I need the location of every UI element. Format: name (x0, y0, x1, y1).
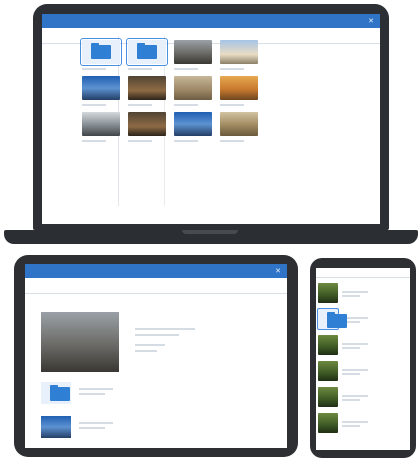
text-placeholder-line (174, 140, 198, 142)
list-item-text (342, 367, 368, 375)
text-placeholder-line (220, 140, 244, 142)
photo-thumbnail[interactable] (41, 416, 71, 438)
list-item[interactable] (317, 308, 368, 330)
close-icon[interactable]: ✕ (368, 17, 374, 25)
tablet-titlebar: ✕ (25, 264, 287, 278)
photo-thumbnail[interactable] (128, 112, 166, 136)
list-item-text (342, 419, 368, 427)
list-item-text (342, 341, 368, 349)
tablet-screen: ✕ (25, 264, 287, 448)
grid-tile[interactable] (220, 40, 258, 70)
text-placeholder-line (79, 393, 105, 395)
list-item[interactable] (318, 360, 368, 382)
photo-thumbnail[interactable] (174, 76, 212, 100)
tablet-hero-image[interactable] (41, 312, 119, 372)
photo-thumbnail[interactable] (128, 76, 166, 100)
text-placeholder-line (135, 344, 165, 346)
text-placeholder-line (342, 399, 360, 401)
text-placeholder-line (135, 334, 179, 336)
grid-tile[interactable] (82, 76, 120, 106)
grid-tile[interactable] (128, 112, 166, 142)
grid-tile[interactable] (220, 112, 258, 142)
phone-file-list (317, 282, 368, 434)
text-placeholder-line (82, 68, 106, 70)
grid-tile[interactable] (82, 112, 120, 142)
photo-thumbnail[interactable] (318, 387, 338, 407)
folder-icon[interactable] (80, 37, 122, 67)
text-placeholder-line (174, 68, 198, 70)
text-placeholder-line (342, 369, 368, 371)
text-placeholder-line (79, 422, 113, 424)
list-item-text (342, 289, 368, 297)
text-placeholder-line (128, 140, 152, 142)
grid-tile[interactable] (126, 37, 168, 70)
text-placeholder-line (82, 104, 106, 106)
list-item[interactable] (318, 386, 368, 408)
text-placeholder-line (342, 347, 360, 349)
grid-tile[interactable] (80, 37, 122, 70)
folder-icon[interactable] (126, 37, 168, 67)
photo-thumbnail[interactable] (318, 413, 338, 433)
text-placeholder-line (82, 140, 106, 142)
grid-tile[interactable] (174, 76, 212, 106)
photo-thumbnail[interactable] (318, 335, 338, 355)
text-placeholder-line (220, 104, 244, 106)
laptop-file-grid (80, 37, 258, 142)
grid-tile[interactable] (174, 112, 212, 142)
list-item[interactable] (41, 416, 113, 438)
text-placeholder-line (135, 350, 157, 352)
close-icon[interactable]: ✕ (275, 267, 281, 275)
laptop-titlebar: ✕ (42, 14, 380, 28)
text-placeholder-line (174, 104, 198, 106)
phone-tabs (316, 268, 410, 278)
text-placeholder-line (79, 388, 113, 390)
photo-thumbnail[interactable] (174, 40, 212, 64)
text-placeholder-line (135, 328, 195, 330)
text-placeholder-line (342, 291, 368, 293)
photo-thumbnail[interactable] (174, 112, 212, 136)
list-item-text (79, 382, 113, 395)
folder-icon[interactable] (317, 308, 347, 330)
photo-thumbnail[interactable] (82, 76, 120, 100)
photo-thumbnail[interactable] (82, 112, 120, 136)
grid-tile[interactable] (174, 40, 212, 70)
grid-tile[interactable] (128, 76, 166, 106)
grid-tile[interactable] (220, 76, 258, 106)
list-item-text (79, 416, 113, 429)
text-placeholder-line (342, 373, 360, 375)
laptop-notch (182, 230, 238, 234)
text-placeholder-line (128, 104, 152, 106)
text-placeholder-line (79, 427, 105, 429)
photo-thumbnail[interactable] (318, 283, 338, 303)
text-placeholder-line (220, 68, 244, 70)
list-item[interactable] (318, 334, 368, 356)
text-placeholder-line (342, 425, 360, 427)
list-item[interactable] (41, 382, 113, 404)
text-placeholder-line (342, 295, 360, 297)
text-placeholder-line (342, 421, 368, 423)
phone-screen (316, 268, 410, 450)
photo-thumbnail[interactable] (220, 112, 258, 136)
list-item[interactable] (318, 282, 368, 304)
text-placeholder-line (342, 343, 368, 345)
photo-thumbnail[interactable] (220, 76, 258, 100)
folder-icon[interactable] (41, 382, 71, 404)
photo-thumbnail[interactable] (220, 40, 258, 64)
list-item[interactable] (318, 412, 368, 434)
photo-thumbnail[interactable] (318, 361, 338, 381)
text-placeholder-line (342, 395, 368, 397)
list-item-text (342, 393, 368, 401)
tablet-nav (25, 278, 287, 294)
text-placeholder-line (128, 68, 152, 70)
